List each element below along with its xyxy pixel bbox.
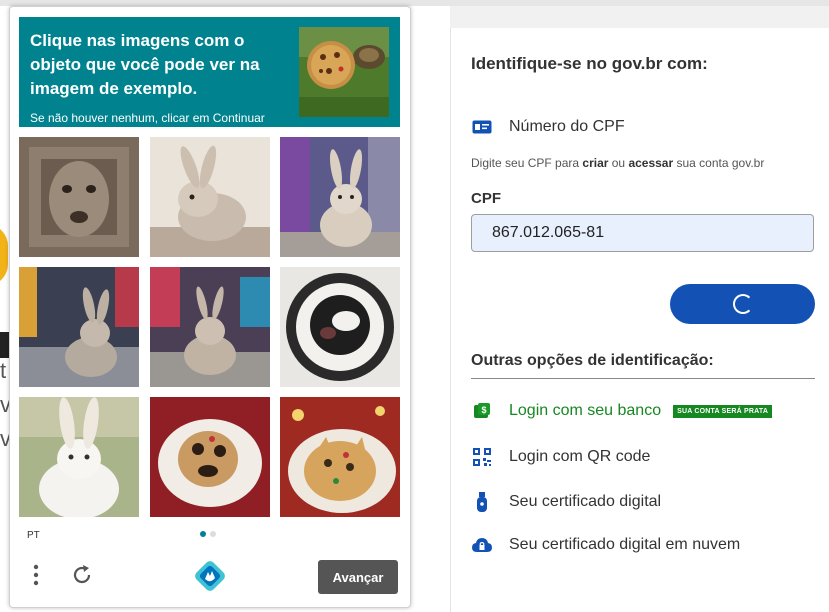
loading-spinner-icon (732, 294, 753, 314)
cloud-certificate-label: Seu certificado digital em nuvem (509, 536, 741, 553)
refresh-icon[interactable] (70, 563, 94, 592)
more-options-icon[interactable] (32, 563, 40, 592)
cloud-certificate-option[interactable]: Seu certificado digital em nuvem (471, 536, 740, 554)
helper-bold-create: criar (582, 156, 609, 170)
cpf-helper-text: Digite seu CPF para criar ou acessar sua… (471, 156, 764, 170)
background-logo-fragment (0, 224, 8, 286)
captcha-tile[interactable] (280, 137, 400, 257)
bank-icon: $ (471, 402, 493, 420)
captcha-tile[interactable] (150, 397, 270, 517)
language-selector[interactable]: PT (27, 530, 40, 541)
captcha-prompt: Clique nas imagens com o objeto que você… (30, 31, 260, 98)
background-text-fragment: t (0, 358, 7, 383)
cloud-lock-icon (471, 537, 493, 553)
page-title: Identifique-se no gov.br com: (471, 54, 708, 73)
digital-certificate-option[interactable]: Seu certificado digital (471, 492, 661, 512)
helper-text-part: ou (608, 156, 629, 170)
cpf-label: CPF (471, 190, 501, 207)
captcha-tile[interactable] (19, 137, 139, 257)
example-image (299, 27, 389, 117)
captcha-dialog: Clique nas imagens com o objeto que você… (9, 6, 411, 608)
digital-certificate-label: Seu certificado digital (509, 493, 662, 510)
qr-code-icon (471, 448, 493, 466)
helper-bold-access: acessar (628, 156, 674, 170)
captcha-tile[interactable] (19, 397, 139, 517)
continue-button[interactable] (670, 284, 815, 324)
captcha-tile[interactable] (150, 137, 270, 257)
hcaptcha-logo-icon (194, 560, 226, 597)
captcha-prompt-sub: Se não houver nenhum, clicar em Continua… (30, 111, 265, 125)
page-dot (200, 531, 206, 537)
submit-button[interactable]: Avançar (318, 560, 398, 594)
captcha-tile[interactable] (150, 267, 270, 387)
qr-login-label: Login com QR code (509, 448, 651, 465)
captcha-image-grid (19, 137, 400, 517)
bank-login-option[interactable]: $ Login com seu banco SUA CONTA SERÁ PRA… (471, 402, 773, 420)
captcha-tile[interactable] (280, 397, 400, 517)
id-card-icon (471, 120, 493, 134)
cpf-option[interactable]: Número do CPF (471, 118, 625, 136)
page-dot (210, 531, 216, 537)
bank-login-label: Login com seu banco (509, 402, 662, 419)
cpf-option-label: Número do CPF (509, 118, 625, 135)
captcha-tile[interactable] (280, 267, 400, 387)
page-indicator (200, 531, 216, 537)
qr-login-option[interactable]: Login com QR code (471, 448, 650, 466)
cpf-input[interactable]: 867.012.065-81 (471, 214, 814, 252)
other-options-title: Outras opções de identificação: (471, 352, 714, 369)
helper-text-part: Digite seu CPF para (471, 156, 583, 170)
govbr-login-card: Identifique-se no gov.br com: Número do … (450, 28, 829, 612)
helper-text-part: sua conta gov.br (673, 156, 765, 170)
usb-token-icon (471, 492, 493, 512)
captcha-header: Clique nas imagens com o objeto que você… (19, 17, 400, 127)
silver-account-badge: SUA CONTA SERÁ PRATA (673, 404, 773, 418)
divider (471, 378, 815, 379)
svg-text:$: $ (481, 405, 486, 415)
captcha-tile[interactable] (19, 267, 139, 387)
